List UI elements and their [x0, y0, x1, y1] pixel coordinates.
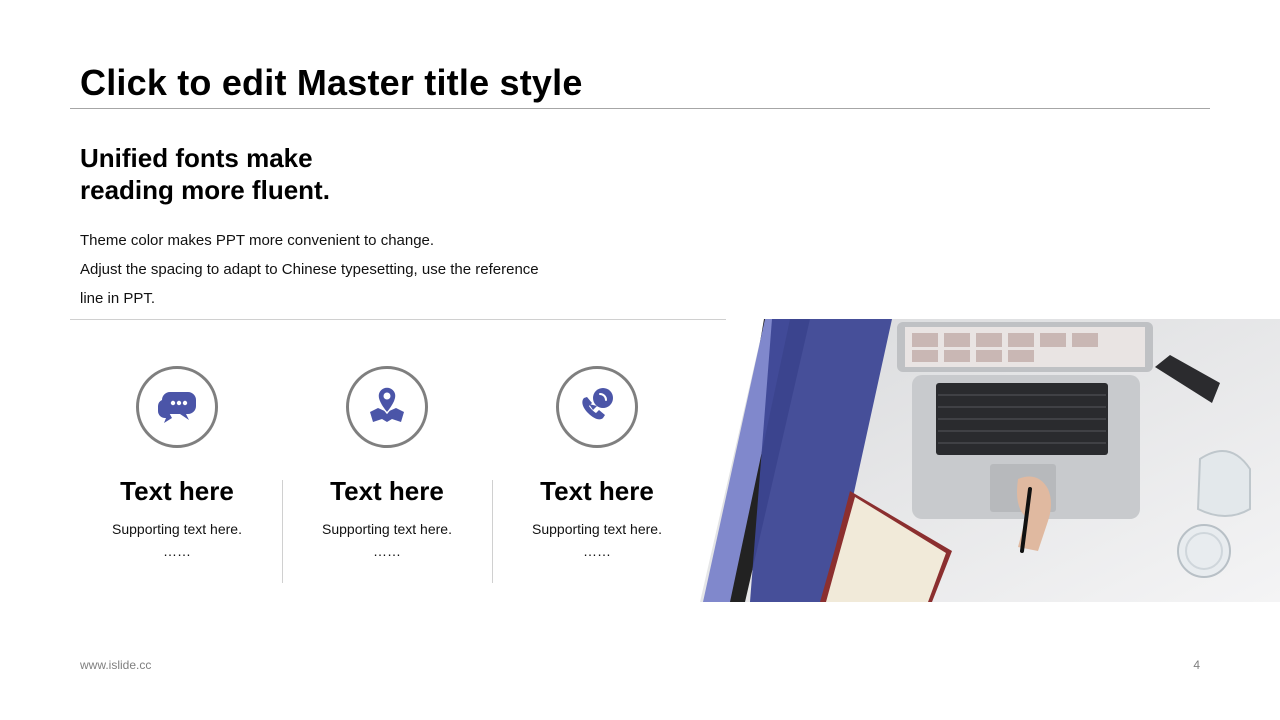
feature-card-chat: Text here Supporting text here. …… [72, 366, 282, 558]
phone-call-icon [576, 384, 618, 431]
body-line-2: Adjust the spacing to adapt to Chinese t… [80, 261, 539, 278]
subtitle-line-2: reading more fluent. [80, 175, 330, 205]
body-line-3: line in PPT. [80, 290, 156, 307]
feature-card-location: Text here Supporting text here. …… [282, 366, 492, 558]
body-line-1: Theme color makes PPT more convenient to… [80, 232, 435, 249]
feature-ellipsis: …… [373, 543, 401, 559]
title-divider [70, 108, 1210, 109]
footer-url: www.islide.cc [80, 658, 152, 672]
feature-card-phone: Text here Supporting text here. …… [492, 366, 702, 558]
chat-bubbles-icon [156, 384, 198, 431]
feature-subtitle: Supporting text here. [322, 521, 452, 537]
feature-ellipsis: …… [163, 543, 191, 559]
feature-icon-circle [556, 366, 638, 448]
feature-icon-circle [346, 366, 428, 448]
feature-title: Text here [120, 476, 234, 506]
section-divider [70, 319, 726, 320]
feature-icon-circle [136, 366, 218, 448]
feature-title: Text here [540, 476, 654, 506]
feature-subtitle: Supporting text here. [532, 521, 662, 537]
feature-subtitle: Supporting text here. [112, 521, 242, 537]
subtitle-line-1: Unified fonts make [80, 143, 313, 173]
map-pin-icon [366, 384, 408, 431]
slide-title: Click to edit Master title style [80, 62, 583, 103]
feature-title: Text here [330, 476, 444, 506]
body-paragraph: Theme color makes PPT more convenient to… [80, 226, 600, 313]
slide-subtitle: Unified fonts make reading more fluent. [80, 142, 500, 206]
laptop-desk-photo [700, 319, 1280, 602]
page-number: 4 [1193, 658, 1200, 672]
feature-ellipsis: …… [583, 543, 611, 559]
